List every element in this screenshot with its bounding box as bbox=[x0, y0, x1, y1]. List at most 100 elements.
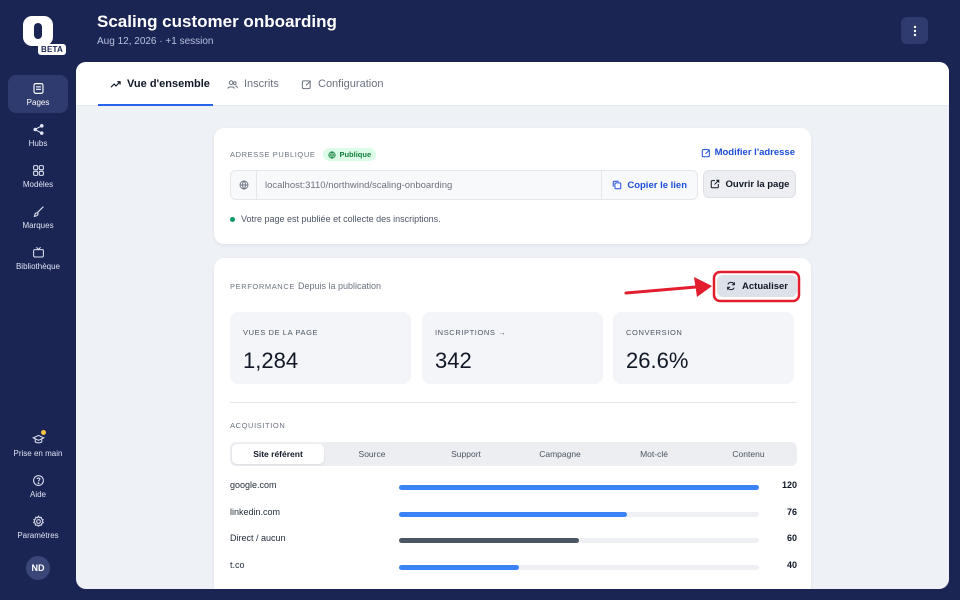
link-label: Modifier l'adresse bbox=[714, 147, 795, 158]
sidebar-item-label: Pages bbox=[26, 97, 50, 107]
segment-campagne[interactable]: Campagne bbox=[514, 444, 606, 464]
globe-icon bbox=[239, 180, 248, 190]
brush-icon bbox=[33, 205, 44, 217]
period-label: Depuis la publication bbox=[298, 281, 382, 291]
sidebar-item-hubs[interactable]: Hubs bbox=[8, 116, 68, 154]
stat-value: 26.6% bbox=[626, 348, 689, 373]
referrer-row: linkedin.com 76 bbox=[230, 507, 797, 521]
badge-label: Publique bbox=[339, 150, 372, 159]
referrer-count: 40 bbox=[786, 559, 797, 570]
referrer-name: Direct / aucun bbox=[230, 533, 286, 543]
more-options-button[interactable] bbox=[901, 17, 928, 44]
referrer-count: 76 bbox=[786, 506, 797, 517]
tv-icon bbox=[32, 246, 44, 257]
referrer-name: t.co bbox=[230, 559, 245, 570]
referrer-bar-track bbox=[399, 538, 759, 543]
users-icon bbox=[227, 79, 238, 89]
referrer-name: linkedin.com bbox=[230, 506, 281, 517]
notification-dot bbox=[41, 430, 46, 435]
status-dot bbox=[230, 216, 235, 222]
public-address-card: ADRESSE PUBLIQUE Publique Modifier l'adr… bbox=[214, 128, 811, 244]
sidebar-item-prise-en-main[interactable]: Prise en main bbox=[8, 426, 68, 464]
divider bbox=[230, 402, 797, 403]
stat-card-inscriptions[interactable]: INSCRIPTIONS → 342 bbox=[422, 312, 603, 384]
referrer-bar-track bbox=[399, 564, 759, 570]
copy-icon bbox=[613, 180, 622, 190]
sidebar-item-pages[interactable]: Pages bbox=[8, 75, 68, 113]
sidebar-item-aide[interactable]: Aide bbox=[8, 467, 68, 505]
section-label: ACQUISITION bbox=[230, 421, 286, 430]
public-status-badge: Publique bbox=[323, 148, 377, 161]
referrer-bar-track bbox=[399, 511, 759, 517]
tab-vue-ensemble[interactable]: Vue d'ensemble bbox=[110, 62, 210, 106]
modify-address-link[interactable]: Modifier l'adresse bbox=[701, 147, 795, 158]
referrer-bar-track bbox=[399, 485, 759, 490]
globe-icon bbox=[328, 150, 337, 159]
sidebar-item-parametres[interactable]: Paramètres bbox=[8, 508, 68, 546]
url-value: localhost:3110/northwind/scaling-onboard… bbox=[265, 179, 453, 191]
globe-icon-wrap bbox=[231, 171, 257, 199]
referrer-bar-fill bbox=[399, 485, 759, 490]
sidebar: BETA Pages Hubs Modèles Marques Biblioth… bbox=[0, 0, 76, 600]
acquisition-dimension-tabs: Site référent Source Support Campagne Mo… bbox=[230, 442, 797, 466]
stat-card-conversion: CONVERSION 26.6% bbox=[613, 312, 794, 384]
grid-icon bbox=[32, 164, 44, 176]
performance-card: PERFORMANCE Depuis la publication Actual… bbox=[214, 258, 811, 589]
sidebar-item-label: Hubs bbox=[28, 138, 48, 148]
referrer-count: 60 bbox=[786, 533, 797, 543]
refresh-button[interactable]: Actualiser bbox=[717, 275, 797, 297]
stat-value: 342 bbox=[435, 348, 472, 373]
segment-mot-cle[interactable]: Mot-clé bbox=[608, 444, 700, 464]
stat-card-views: VUES DE LA PAGE 1,284 bbox=[230, 312, 411, 384]
more-vertical-icon bbox=[913, 25, 916, 36]
sidebar-item-label: Paramètres bbox=[17, 530, 59, 540]
sidebar-item-bibliotheque[interactable]: Bibliothèque bbox=[8, 239, 68, 277]
stat-label: CONVERSION bbox=[626, 328, 683, 337]
referrer-bar-fill bbox=[399, 511, 627, 517]
open-page-button[interactable]: Ouvrir la page bbox=[703, 170, 796, 198]
sidebar-item-marques[interactable]: Marques bbox=[8, 198, 68, 236]
publish-status: Votre page est publiée et collecte des i… bbox=[230, 214, 441, 224]
segment-source[interactable]: Source bbox=[326, 444, 418, 464]
sidebar-item-label: Marques bbox=[22, 220, 54, 230]
page-title: Scaling customer onboarding bbox=[97, 12, 337, 31]
sidebar-item-modeles[interactable]: Modèles bbox=[8, 157, 68, 195]
section-label: PERFORMANCE bbox=[230, 282, 295, 291]
app-logo[interactable] bbox=[23, 16, 53, 46]
tab-label: Configuration bbox=[318, 78, 384, 90]
stat-label: VUES DE LA PAGE bbox=[243, 328, 319, 337]
referrer-bar-fill bbox=[399, 538, 579, 543]
pages-icon bbox=[32, 82, 44, 94]
status-text: Votre page est publiée et collecte des i… bbox=[241, 214, 441, 224]
main-panel: Vue d'ensemble Inscrits Configuration AD… bbox=[76, 62, 949, 589]
tab-configuration[interactable]: Configuration bbox=[301, 62, 383, 106]
avatar[interactable]: ND bbox=[26, 556, 50, 580]
button-label: Copier le lien bbox=[627, 179, 687, 191]
referrer-bar-fill bbox=[399, 564, 519, 570]
referrer-row: google.com 120 bbox=[230, 480, 797, 494]
sidebar-item-label: Modèles bbox=[22, 179, 54, 189]
active-tab-indicator bbox=[98, 104, 213, 106]
tab-label: Inscrits bbox=[244, 78, 279, 90]
referrer-row: Direct / aucun 60 bbox=[230, 533, 797, 547]
stat-label: INSCRIPTIONS → bbox=[435, 328, 507, 337]
refresh-icon bbox=[727, 281, 735, 291]
segment-site-referent[interactable]: Site référent bbox=[232, 444, 324, 464]
segment-support[interactable]: Support bbox=[420, 444, 512, 464]
referrer-name: google.com bbox=[230, 480, 277, 490]
beta-badge: BETA bbox=[38, 44, 66, 55]
external-link-icon bbox=[710, 179, 719, 189]
sidebar-item-label: Aide bbox=[29, 489, 46, 499]
segment-contenu[interactable]: Contenu bbox=[702, 444, 795, 464]
section-label: ADRESSE PUBLIQUE bbox=[230, 150, 316, 159]
copy-link-button[interactable]: Copier le lien bbox=[601, 171, 697, 199]
tab-inscrits[interactable]: Inscrits bbox=[227, 62, 279, 106]
stat-value: 1,284 bbox=[243, 348, 299, 373]
tab-label: Vue d'ensemble bbox=[127, 78, 210, 90]
help-icon bbox=[32, 474, 44, 486]
url-field[interactable]: localhost:3110/northwind/scaling-onboard… bbox=[230, 170, 698, 200]
logo-mark bbox=[34, 23, 42, 39]
share-icon bbox=[32, 123, 44, 135]
page-subtitle: Aug 12, 2026 · +1 session bbox=[97, 36, 214, 47]
edit-icon bbox=[301, 79, 311, 89]
